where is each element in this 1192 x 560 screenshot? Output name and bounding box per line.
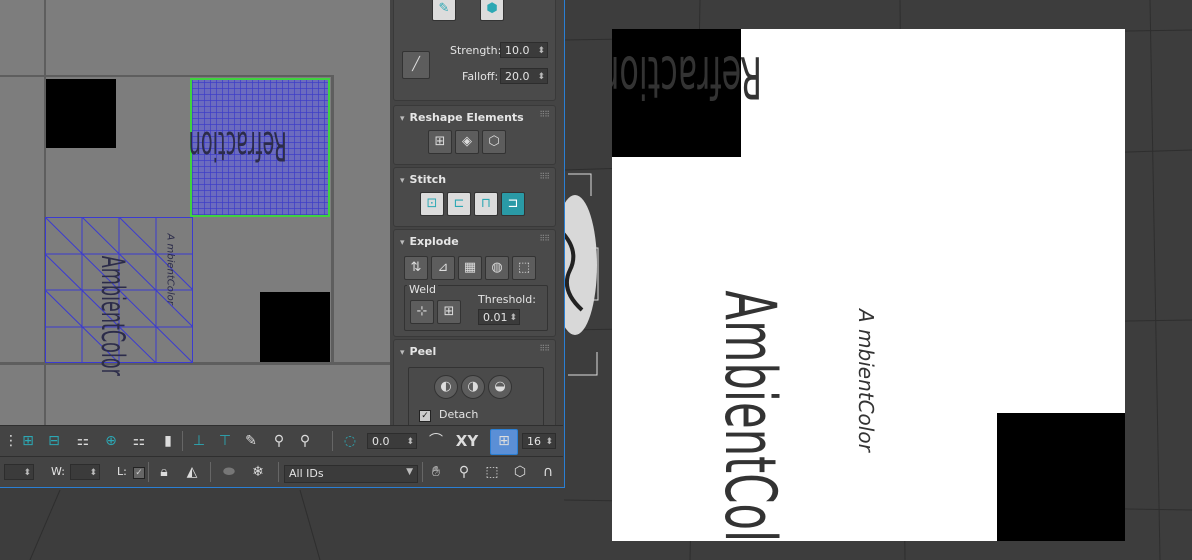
hide-eye-icon[interactable]: ◭ bbox=[180, 461, 204, 483]
l-label: L: bbox=[117, 465, 127, 478]
rotate-icon[interactable]: ◌ bbox=[338, 430, 362, 452]
strength-label: Strength: bbox=[450, 44, 502, 57]
flatten-icon[interactable]: ⊿ bbox=[431, 256, 455, 280]
stitch-title[interactable]: Stitch bbox=[400, 173, 447, 186]
freeze-snowflake-icon[interactable]: ❄ bbox=[246, 461, 270, 483]
chevron-down-icon: ▼ bbox=[406, 467, 413, 477]
explode-title[interactable]: Explode bbox=[400, 235, 459, 248]
uv-checker-square-1 bbox=[46, 79, 116, 148]
strength-spinner[interactable]: 10.0 bbox=[500, 42, 548, 59]
curve-icon[interactable]: ⌒ bbox=[424, 430, 448, 452]
explode-rollout: Explode ⠿⠿ ⇅ ⊿ ▦ ◍ ⬚ Weld ⊹ ⊞ Threshold:… bbox=[393, 229, 556, 337]
uv-editor-window[interactable]: Refraction AmbientColor A mbientColor ✎ … bbox=[0, 0, 565, 488]
zoom-icon[interactable]: ⚲ bbox=[452, 461, 476, 483]
uv-tools-panel: ✎ ⬢ ╱ Strength: 10.0 Falloff: 20.0 Resha… bbox=[391, 0, 563, 431]
stitch-average-icon[interactable]: ⊓ bbox=[474, 192, 498, 216]
stitch-source-icon[interactable]: ⊏ bbox=[447, 192, 471, 216]
uv-canvas[interactable]: Refraction AmbientColor A mbientColor bbox=[0, 0, 390, 425]
w-label: W: bbox=[51, 465, 65, 478]
loop-icon[interactable]: ⚏ bbox=[70, 430, 96, 452]
checker-icon[interactable]: ◍ bbox=[485, 256, 509, 280]
threshold-spinner[interactable]: 0.01 bbox=[478, 309, 520, 326]
uv-ambient-small-text: A mbientColor bbox=[164, 233, 176, 305]
box-unwrap-icon[interactable]: ⬡ bbox=[482, 130, 506, 154]
shrink-selection-icon[interactable]: ⊟ bbox=[42, 430, 66, 452]
uv-toolbar-transform: ⋮ ⊞ ⊟ ⚏ ⊕ ⚏ ▮ ⊥ ⊤ ✎ ⚲ ⚲ ◌ 0.0 ⌒ XY ⊞ 16 bbox=[0, 425, 563, 457]
brush-line-icon[interactable]: ╱ bbox=[402, 51, 430, 79]
material-preview-plane: Refraction AmbientColor A mbientColor bbox=[612, 29, 1125, 541]
grid-icon[interactable]: ▦ bbox=[458, 256, 482, 280]
paint-grow-icon[interactable]: ⚲ bbox=[268, 430, 290, 452]
align-top-icon[interactable]: ⊥ bbox=[188, 430, 210, 452]
l-checkbox[interactable]: ✓ bbox=[133, 467, 145, 479]
align-vertical-icon[interactable]: ▮ bbox=[158, 430, 178, 452]
peel-group: ◐ ◑ ◒ ✓ Detach bbox=[408, 367, 544, 429]
detach-checkbox[interactable]: ✓ bbox=[419, 410, 431, 422]
break-icon[interactable]: ⇅ bbox=[404, 256, 428, 280]
rotation-angle-spinner[interactable]: 0.0 bbox=[367, 433, 417, 450]
toolbar-grip: ⋮ bbox=[4, 433, 18, 449]
weld-selected-icon[interactable]: ⊹ bbox=[410, 300, 434, 324]
relax-cube-icon[interactable]: ⬢ bbox=[480, 0, 504, 21]
uv-selected-element[interactable]: Refraction bbox=[188, 78, 330, 217]
show-icon[interactable]: ⬬ bbox=[216, 461, 242, 483]
brush-rollout: ✎ ⬢ ╱ Strength: 10.0 Falloff: 20.0 bbox=[393, 0, 556, 101]
checker-square-bottom-right bbox=[997, 413, 1125, 541]
peel-rollout: Peel ⠿⠿ ◐ ◑ ◒ ✓ Detach bbox=[393, 339, 556, 431]
detach-label: Detach bbox=[439, 408, 479, 421]
relax-icon[interactable]: ◈ bbox=[455, 130, 479, 154]
viewport-ambient-big-text: AmbientColor bbox=[709, 290, 791, 541]
lock-icon[interactable]: 🔒︎ bbox=[153, 461, 175, 483]
u-value-field[interactable] bbox=[4, 464, 34, 481]
pan-hand-icon[interactable]: ✋︎ bbox=[424, 461, 448, 483]
reshape-elements-title[interactable]: Reshape Elements bbox=[400, 111, 524, 124]
stitch-rollout: Stitch ⠿⠿ ⊡ ⊏ ⊓ ⊐ bbox=[393, 167, 556, 227]
stitch-target-icon[interactable]: ⊐ bbox=[501, 192, 525, 216]
grow-selection-icon[interactable]: ⊞ bbox=[16, 430, 40, 452]
weld-label: Weld bbox=[407, 283, 439, 296]
align-bottom-icon[interactable]: ⊤ bbox=[214, 430, 236, 452]
snap-value-spinner[interactable]: 16 bbox=[522, 433, 556, 450]
uv-checker-square-2 bbox=[260, 292, 330, 362]
falloff-label: Falloff: bbox=[462, 70, 499, 83]
peel-mode-icon[interactable]: ◐ bbox=[434, 375, 458, 399]
grid-snap-icon[interactable]: ⊞ bbox=[490, 429, 518, 455]
peel-pin-icon[interactable]: ◒ bbox=[488, 375, 512, 399]
material-id-select-value: All IDs bbox=[289, 467, 324, 480]
peel-title[interactable]: Peel bbox=[400, 345, 437, 358]
viewport-refraction-text: Refraction bbox=[612, 43, 762, 111]
reshape-elements-rollout: Reshape Elements ⠿⠿ ⊞ ◈ ⬡ bbox=[393, 105, 556, 165]
paint-brush-icon[interactable]: ✎ bbox=[432, 0, 456, 21]
xy-mode-label[interactable]: XY bbox=[452, 430, 482, 452]
uv-toolbar-options: W: L: ✓ 🔒︎ ◭ ⬬ ❄ All IDs ▼ ✋︎ ⚲ ⬚ ⬡ ∩ bbox=[0, 456, 563, 487]
uv-ambient-big-text: AmbientColor bbox=[94, 255, 132, 376]
weld-all-icon[interactable]: ⊞ bbox=[437, 300, 461, 324]
weld-group: Weld ⊹ ⊞ Threshold: 0.01 bbox=[404, 283, 548, 331]
peel-reset-icon[interactable]: ◑ bbox=[461, 375, 485, 399]
threshold-label: Threshold: bbox=[478, 293, 536, 306]
detach-edges-icon[interactable]: ⬚ bbox=[512, 256, 536, 280]
paint-shrink-icon[interactable]: ⚲ bbox=[294, 430, 316, 452]
snap-magnet-icon[interactable]: ∩ bbox=[536, 461, 560, 483]
stitch-custom-icon[interactable]: ⊡ bbox=[420, 192, 444, 216]
material-id-select[interactable]: All IDs ▼ bbox=[284, 465, 418, 483]
w-value-field[interactable] bbox=[70, 464, 100, 481]
viewport-ambient-small-text: A mbientColor bbox=[854, 309, 878, 452]
zoom-region-icon[interactable]: ⬚ bbox=[480, 461, 504, 483]
zoom-extents-icon[interactable]: ⬡ bbox=[508, 461, 532, 483]
uv-refraction-text: Refraction bbox=[188, 122, 287, 168]
straighten-icon[interactable]: ⊞ bbox=[428, 130, 452, 154]
ring-shrink-icon[interactable]: ⚏ bbox=[126, 430, 152, 452]
falloff-spinner[interactable]: 20.0 bbox=[500, 68, 548, 85]
ring-grow-icon[interactable]: ⊕ bbox=[98, 430, 124, 452]
paint-select-icon[interactable]: ✎ bbox=[240, 430, 262, 452]
